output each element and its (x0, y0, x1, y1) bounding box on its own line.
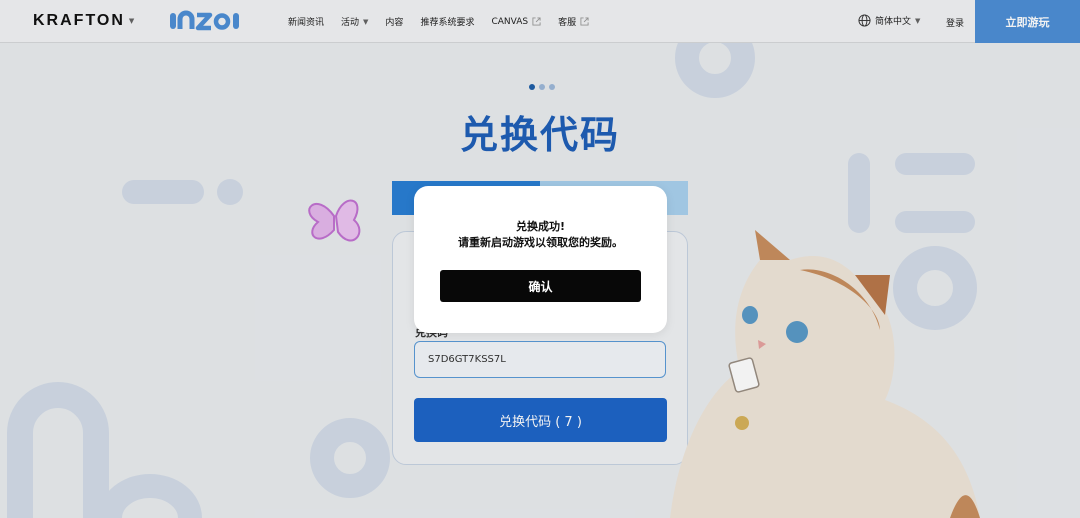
dialog-title: 兑换成功! (515, 220, 566, 233)
dialog-message: 请重新启动游戏以领取您的奖励。 (458, 236, 623, 249)
confirm-button[interactable]: 确认 (440, 270, 641, 302)
success-dialog: 兑换成功! 请重新启动游戏以领取您的奖励。 确认 (414, 186, 667, 333)
